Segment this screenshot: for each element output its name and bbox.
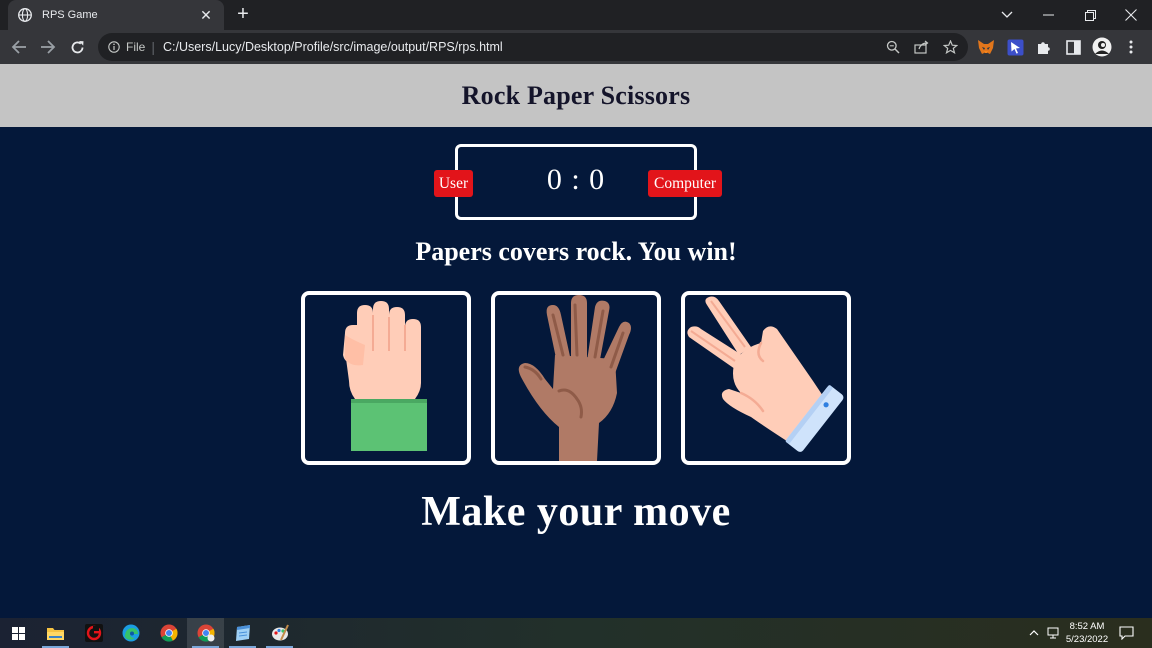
game-app-icon[interactable] (75, 618, 112, 648)
tab-search-icon[interactable] (987, 0, 1027, 30)
user-label-badge: User (434, 170, 473, 197)
browser-tab[interactable]: RPS Game ✕ (8, 0, 224, 30)
browser-tab-strip: RPS Game ✕ + (0, 0, 1152, 30)
back-arrow-icon[interactable] (9, 37, 29, 57)
scheme-label: File (126, 40, 146, 54)
taskbar-clock[interactable]: 8:52 AM 5/23/2022 (1060, 620, 1114, 646)
page-header: Rock Paper Scissors (0, 64, 1152, 127)
notification-icon[interactable] (1119, 618, 1134, 648)
rps-page: Rock Paper Scissors 0 : 0 User Computer … (0, 64, 1152, 618)
omnibox-divider: | (151, 39, 155, 55)
bookmark-star-icon[interactable] (941, 37, 960, 56)
browser-toolbar: File | C:/Users/Lucy/Desktop/Profile/src… (0, 30, 1152, 64)
scissors-choice-button[interactable] (681, 291, 851, 465)
page-title: Rock Paper Scissors (461, 80, 691, 110)
notepad-icon[interactable] (224, 618, 261, 648)
system-tray (1028, 618, 1062, 648)
puzzle-extensions-icon[interactable] (1034, 37, 1054, 57)
extensions-area (976, 37, 1141, 57)
metamask-fox-icon[interactable] (976, 37, 996, 57)
side-panel-icon[interactable] (1063, 37, 1083, 57)
open-hand-icon (518, 295, 631, 461)
close-icon[interactable]: ✕ (198, 7, 214, 23)
paper-choice-button[interactable] (491, 291, 661, 465)
peace-hand-icon (687, 296, 844, 452)
clock-time: 8:52 AM (1069, 621, 1105, 632)
globe-icon (18, 8, 32, 22)
zoom-icon[interactable] (883, 37, 902, 56)
fist-icon (343, 301, 427, 451)
new-tab-button[interactable]: + (233, 4, 253, 25)
tray-chevron-up-icon[interactable] (1028, 630, 1040, 636)
url-text: C:/Users/Lucy/Desktop/Profile/src/image/… (162, 40, 503, 54)
edge-browser-icon[interactable] (112, 618, 149, 648)
move-prompt: Make your move (421, 489, 731, 535)
browser-menu-icon[interactable] (1121, 37, 1141, 57)
extension-cursor-icon[interactable] (1005, 37, 1025, 57)
site-info-button[interactable]: File (108, 40, 145, 54)
paint-app-icon[interactable] (261, 618, 298, 648)
minimize-button[interactable] (1028, 0, 1068, 30)
share-icon[interactable] (912, 37, 931, 56)
tab-title: RPS Game (42, 9, 98, 21)
computer-label-badge: Computer (648, 170, 722, 197)
close-window-button[interactable] (1111, 0, 1151, 30)
rock-choice-button[interactable] (301, 291, 471, 465)
result-message: Papers covers rock. You win! (415, 237, 737, 266)
file-explorer-icon[interactable] (37, 618, 74, 648)
restore-button[interactable] (1070, 0, 1110, 30)
start-windows-icon[interactable] (0, 618, 37, 648)
windows-taskbar: 8:52 AM 5/23/2022 (0, 618, 1152, 648)
omnibox-actions (883, 37, 960, 56)
clock-date: 5/23/2022 (1065, 634, 1109, 645)
info-icon (108, 41, 120, 53)
chrome-icon[interactable] (150, 618, 187, 648)
profile-avatar-icon[interactable] (1092, 37, 1112, 57)
chrome-active-window-icon[interactable] (187, 618, 224, 648)
address-bar[interactable]: File | C:/Users/Lucy/Desktop/Profile/src… (98, 33, 968, 61)
forward-arrow-icon[interactable] (38, 37, 58, 57)
reload-icon[interactable] (67, 37, 87, 57)
